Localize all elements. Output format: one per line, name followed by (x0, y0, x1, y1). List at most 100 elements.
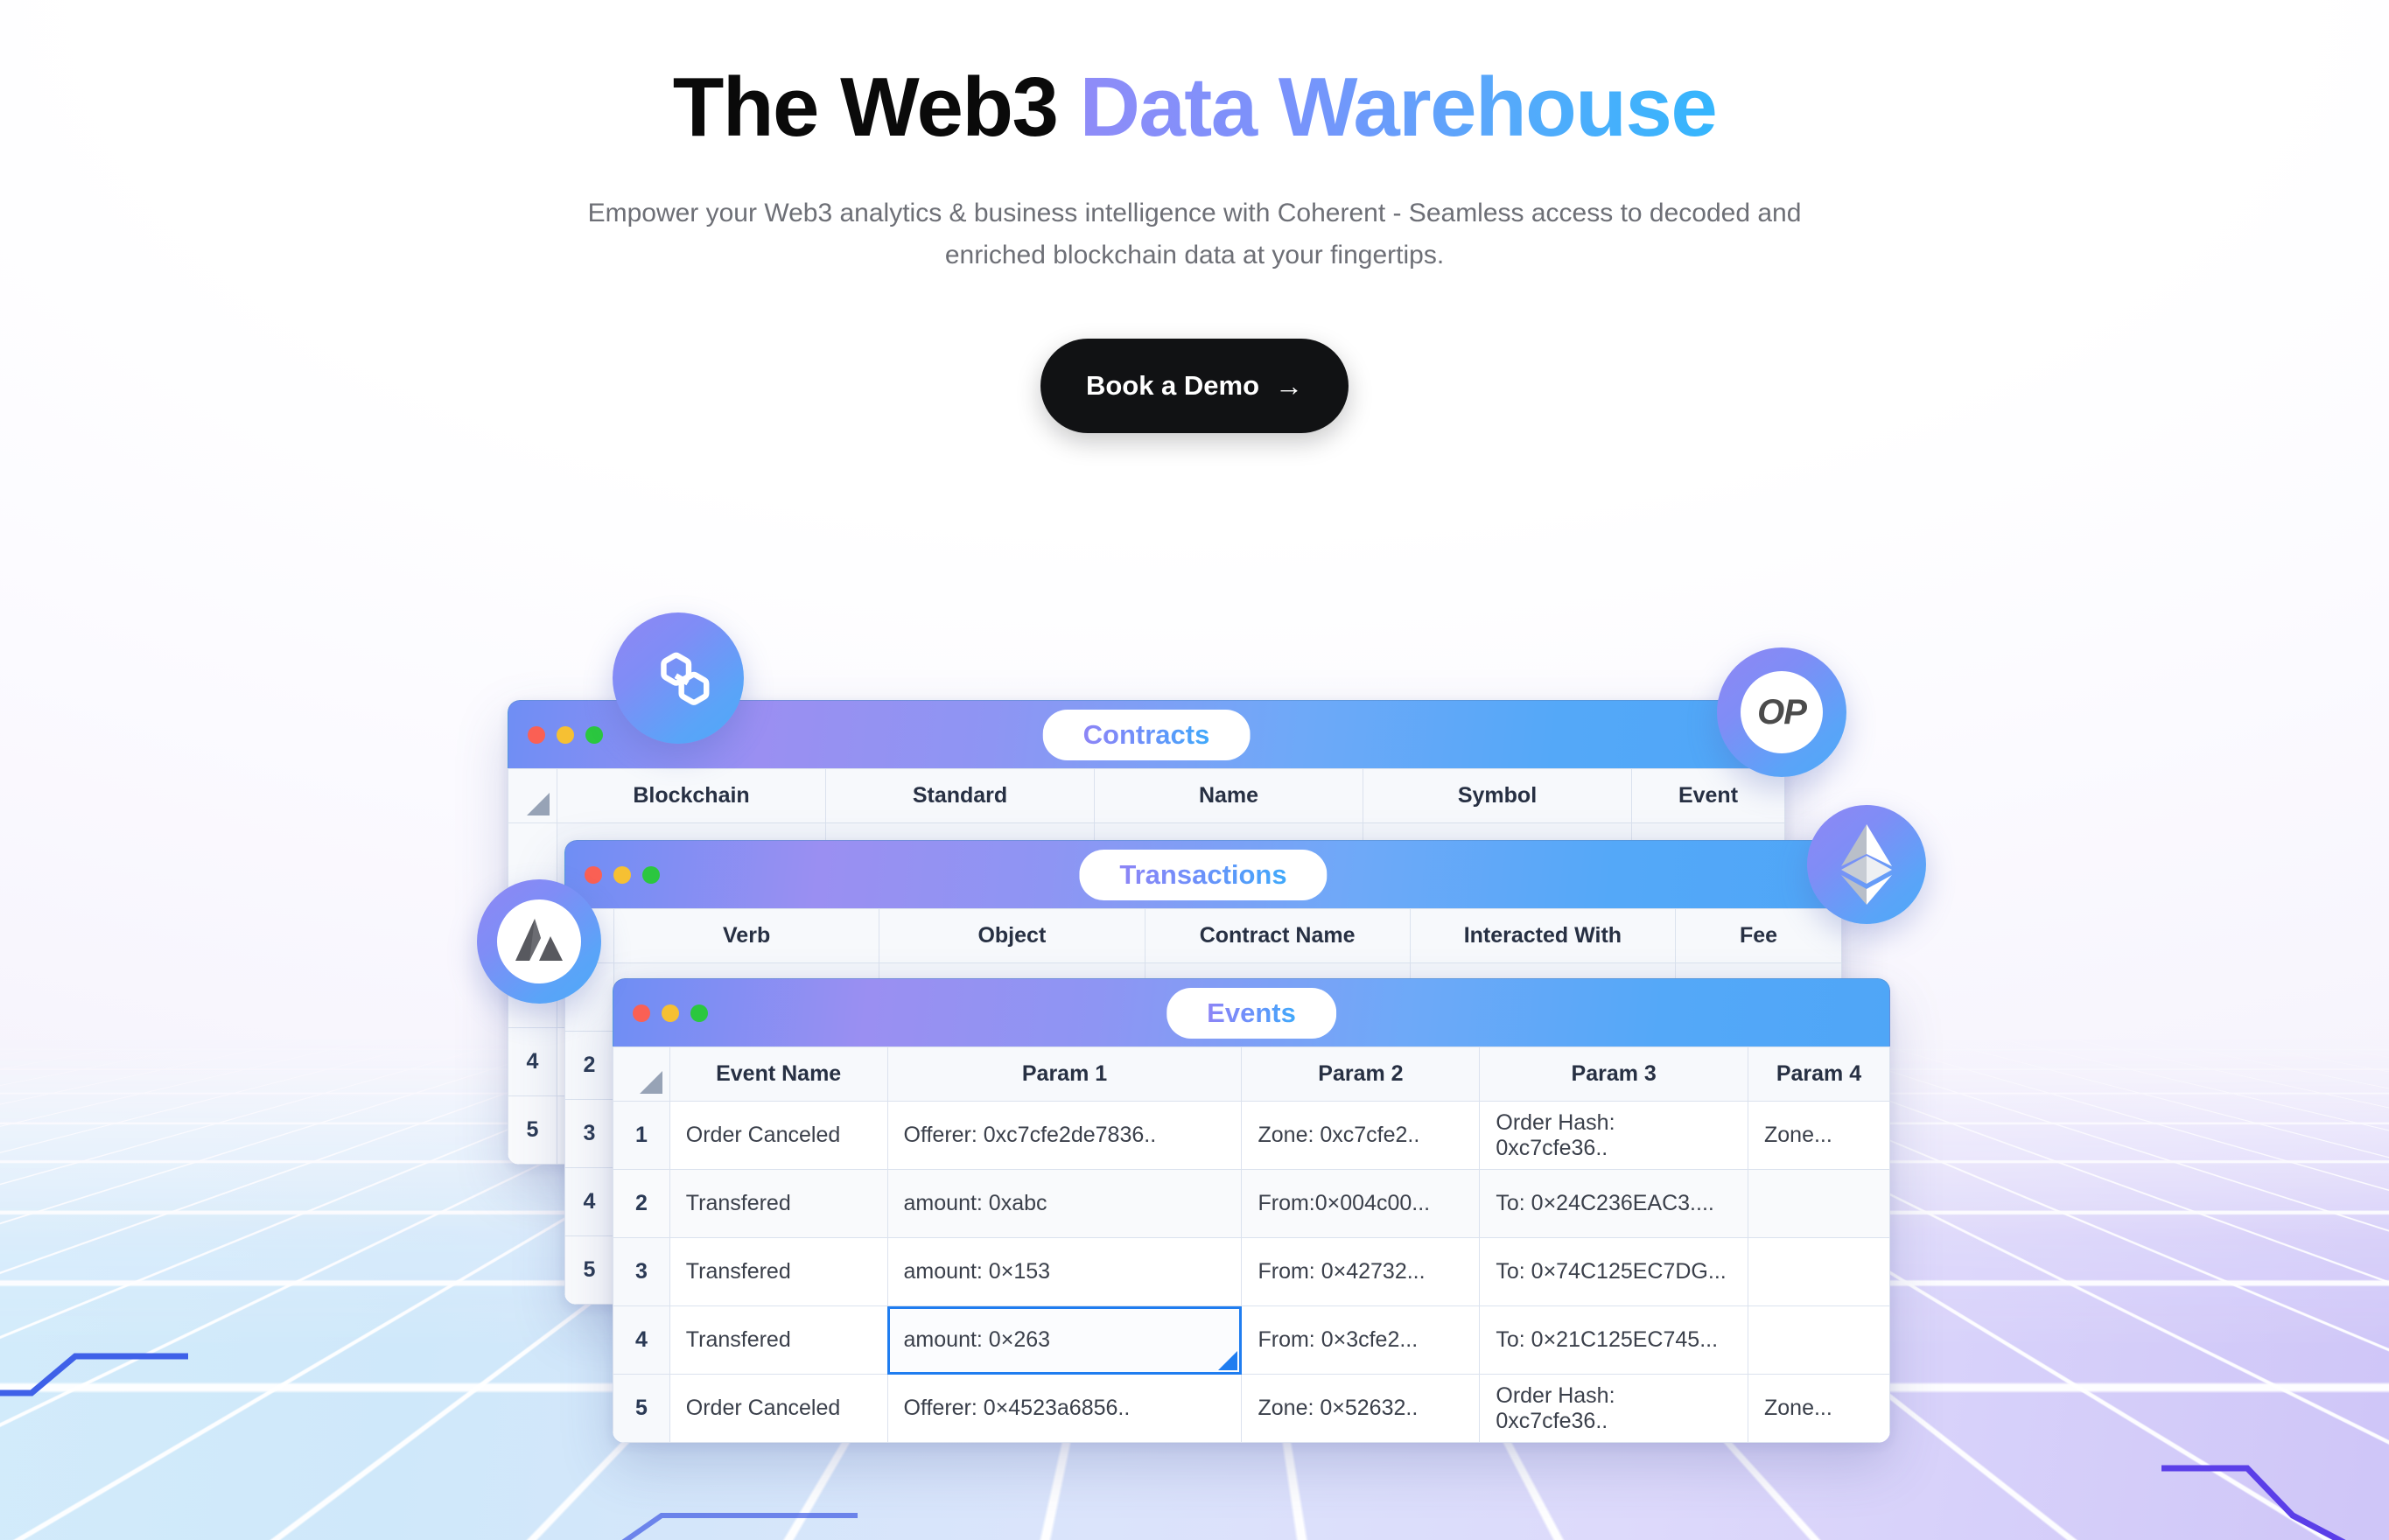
minimize-icon[interactable] (662, 1004, 679, 1022)
events-title: Events (1207, 998, 1296, 1028)
avalanche-icon (512, 917, 566, 966)
transactions-col-contract-name[interactable]: Contract Name (1145, 909, 1410, 963)
window-controls[interactable] (633, 1004, 708, 1022)
transactions-col-interacted-with[interactable]: Interacted With (1410, 909, 1675, 963)
transactions-col-verb[interactable]: Verb (614, 909, 879, 963)
contracts-col-standard[interactable]: Standard (826, 769, 1095, 823)
param1-cell[interactable]: amount: 0×153 (887, 1238, 1242, 1306)
param2-cell[interactable]: From: 0×42732... (1242, 1238, 1480, 1306)
ethereum-chain-badge[interactable] (1807, 805, 1926, 924)
maximize-icon[interactable] (690, 1004, 708, 1022)
param4-cell[interactable] (1748, 1306, 1889, 1375)
hero-subtitle: Empower your Web3 analytics & business i… (573, 192, 1816, 276)
transactions-titlebar: Transactions (564, 840, 1842, 908)
maximize-icon[interactable] (585, 726, 603, 744)
row-number[interactable]: 2 (613, 1170, 670, 1238)
events-header-row: Event Name Param 1 Param 2 Param 3 Param… (613, 1047, 1890, 1102)
events-col-param-1[interactable]: Param 1 (887, 1047, 1242, 1102)
transactions-title-pill: Transactions (1079, 850, 1327, 900)
events-window[interactable]: Events Event Name Param 1 Param 2 Param … (613, 978, 1890, 1443)
select-all-corner[interactable] (613, 1047, 670, 1102)
event-name-cell[interactable]: Transfered (669, 1238, 887, 1306)
row-number[interactable]: 2 (565, 1032, 614, 1100)
table-row[interactable]: 2 Transfered amount: 0xabc From:0×004c00… (613, 1170, 1890, 1238)
row-number[interactable]: 3 (613, 1238, 670, 1306)
table-row[interactable]: 1 Order Canceled Offerer: 0xc7cfe2de7836… (613, 1102, 1890, 1170)
events-table[interactable]: Event Name Param 1 Param 2 Param 3 Param… (613, 1046, 1890, 1443)
select-all-corner[interactable] (508, 769, 557, 823)
table-row[interactable]: 5 Order Canceled Offerer: 0×4523a6856.. … (613, 1375, 1890, 1443)
optimism-icon: OP (1741, 671, 1823, 753)
row-number[interactable]: 5 (613, 1375, 670, 1443)
maximize-icon[interactable] (642, 866, 660, 884)
row-number[interactable]: 5 (508, 1096, 557, 1165)
window-controls[interactable] (585, 866, 660, 884)
fill-handle-icon[interactable] (1218, 1351, 1237, 1370)
row-number[interactable]: 3 (565, 1100, 614, 1168)
param4-cell[interactable] (1748, 1238, 1889, 1306)
param2-cell[interactable]: From:0×004c00... (1242, 1170, 1480, 1238)
optimism-label: OP (1757, 693, 1806, 732)
row-number[interactable]: 5 (565, 1236, 614, 1305)
param3-cell[interactable]: Order Hash: 0xc7cfe36.. (1480, 1375, 1748, 1443)
transactions-col-fee[interactable]: Fee (1676, 909, 1842, 963)
minimize-icon[interactable] (613, 866, 631, 884)
event-name-cell[interactable]: Transfered (669, 1170, 887, 1238)
book-a-demo-button[interactable]: Book a Demo → (1040, 339, 1349, 433)
param1-cell[interactable]: amount: 0xabc (887, 1170, 1242, 1238)
param2-cell[interactable]: Zone: 0xc7cfe2.. (1242, 1102, 1480, 1170)
contracts-header-row: Blockchain Standard Name Symbol Event (508, 769, 1785, 823)
param3-cell[interactable]: To: 0×24C236EAC3.... (1480, 1170, 1748, 1238)
close-icon[interactable] (585, 866, 602, 884)
avalanche-icon-wrap (497, 900, 581, 984)
param3-cell[interactable]: Order Hash: 0xc7cfe36.. (1480, 1102, 1748, 1170)
polygon-icon (638, 638, 718, 718)
row-number[interactable]: 4 (565, 1168, 614, 1236)
row-number[interactable]: 4 (613, 1306, 670, 1375)
arrow-right-icon: → (1275, 372, 1303, 400)
param3-cell[interactable]: To: 0×21C125EC745... (1480, 1306, 1748, 1375)
row-number[interactable]: 4 (508, 1028, 557, 1096)
minimize-icon[interactable] (557, 726, 574, 744)
headline-gradient-part: Data Warehouse (1080, 60, 1717, 154)
avalanche-chain-badge[interactable] (477, 879, 601, 1004)
param3-cell[interactable]: To: 0×74C125EC7DG... (1480, 1238, 1748, 1306)
corner-triangle-icon (527, 793, 550, 816)
contracts-title: Contracts (1083, 719, 1210, 750)
selected-cell[interactable]: amount: 0×263 (887, 1306, 1242, 1375)
param2-cell[interactable]: From: 0×3cfe2... (1242, 1306, 1480, 1375)
events-titlebar: Events (613, 978, 1890, 1046)
param4-cell[interactable]: Zone... (1748, 1102, 1889, 1170)
event-name-cell[interactable]: Transfered (669, 1306, 887, 1375)
param1-cell[interactable]: Offerer: 0xc7cfe2de7836.. (887, 1102, 1242, 1170)
event-name-cell[interactable]: Order Canceled (669, 1102, 887, 1170)
contracts-col-event[interactable]: Event (1632, 769, 1785, 823)
events-col-param-3[interactable]: Param 3 (1480, 1047, 1748, 1102)
close-icon[interactable] (633, 1004, 650, 1022)
events-col-event-name[interactable]: Event Name (669, 1047, 887, 1102)
row-number[interactable]: 1 (613, 1102, 670, 1170)
contracts-title-pill: Contracts (1043, 710, 1251, 760)
polygon-chain-badge[interactable] (613, 612, 744, 744)
hero-section: The Web3 Data Warehouse Empower your Web… (0, 0, 2389, 433)
events-col-param-2[interactable]: Param 2 (1242, 1047, 1480, 1102)
table-row[interactable]: 4 Transfered amount: 0×263 From: 0×3cfe2… (613, 1306, 1890, 1375)
circuit-trace-left (0, 1330, 210, 1435)
table-row[interactable]: 3 Transfered amount: 0×153 From: 0×42732… (613, 1238, 1890, 1306)
transactions-col-object[interactable]: Object (879, 909, 1145, 963)
param4-cell[interactable] (1748, 1170, 1889, 1238)
contracts-col-blockchain[interactable]: Blockchain (557, 769, 826, 823)
optimism-chain-badge[interactable]: OP (1717, 648, 1846, 777)
events-col-param-4[interactable]: Param 4 (1748, 1047, 1889, 1102)
corner-triangle-icon (640, 1071, 662, 1094)
param2-cell[interactable]: Zone: 0×52632.. (1242, 1375, 1480, 1443)
headline-plain-part: The Web3 (673, 60, 1080, 154)
event-name-cell[interactable]: Order Canceled (669, 1375, 887, 1443)
circuit-trace-right (2161, 1452, 2389, 1540)
contracts-col-name[interactable]: Name (1095, 769, 1363, 823)
window-controls[interactable] (528, 726, 603, 744)
close-icon[interactable] (528, 726, 545, 744)
contracts-col-symbol[interactable]: Symbol (1363, 769, 1632, 823)
param1-cell[interactable]: Offerer: 0×4523a6856.. (887, 1375, 1242, 1443)
param4-cell[interactable]: Zone... (1748, 1375, 1889, 1443)
